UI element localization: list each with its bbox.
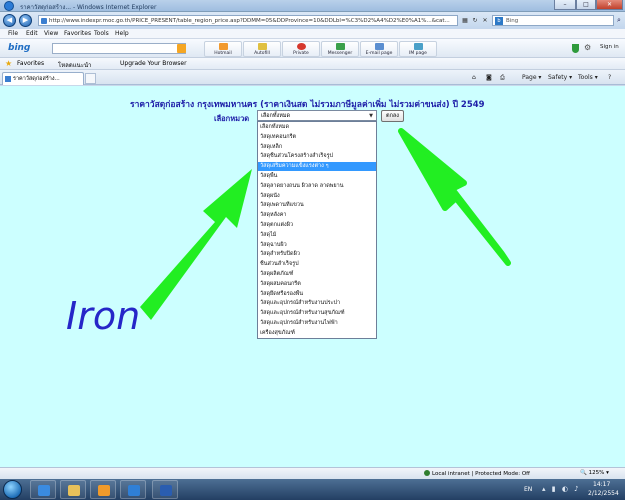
tab-row: ราคาวัสดุก่อสร้าง... ⌂ ◙ ⎙ Page ▾ Safety… bbox=[0, 70, 625, 85]
address-bar-row: ◀ ▶ http://www.indexpr.moc.go.th/PRICE_P… bbox=[0, 12, 625, 29]
menu-edit[interactable]: Edit bbox=[26, 30, 38, 37]
menu-file[interactable]: File bbox=[8, 30, 18, 37]
bing-logo: bing bbox=[8, 43, 31, 53]
page-icon bbox=[5, 76, 11, 82]
bing-toolbar: bing Hotmail Autofill Private Messenger … bbox=[0, 39, 625, 58]
bing-toolbar-search[interactable] bbox=[52, 43, 186, 54]
autofill-label: Autofill bbox=[254, 51, 270, 56]
private-icon bbox=[296, 43, 306, 50]
messenger-icon bbox=[335, 43, 345, 50]
title-bar: ราคาวัสดุก่อสร้าง... - Windows Internet … bbox=[0, 0, 625, 12]
sign-in-link[interactable]: Sign in bbox=[600, 44, 619, 50]
clock-date[interactable]: 2/12/2554 bbox=[588, 490, 619, 497]
security-zone-text: Local intranet | Protected Mode: Off bbox=[432, 471, 530, 477]
refresh-icon[interactable]: ↻ bbox=[470, 15, 480, 26]
taskbar-word-button[interactable] bbox=[152, 480, 178, 499]
taskbar-ie-button[interactable] bbox=[30, 480, 56, 499]
menu-tools[interactable]: Tools bbox=[94, 30, 109, 37]
page-icon bbox=[41, 18, 47, 24]
bing-search-input[interactable]: b Bing bbox=[492, 15, 614, 26]
messenger-button[interactable]: Messenger bbox=[321, 41, 359, 57]
word-icon bbox=[160, 485, 172, 496]
minimize-button[interactable]: – bbox=[554, 0, 576, 10]
window-title: ราคาวัสดุก่อสร้าง... - Windows Internet … bbox=[20, 4, 157, 11]
messenger-label: Messenger bbox=[327, 51, 353, 56]
tools-menu[interactable]: Tools ▾ bbox=[578, 74, 598, 81]
clock-time[interactable]: 14:17 bbox=[593, 481, 610, 488]
search-icon[interactable]: ⌕ bbox=[614, 15, 624, 26]
new-tab-button[interactable] bbox=[85, 73, 96, 84]
favorites-star-icon[interactable]: ★ bbox=[5, 59, 12, 68]
taskbar: EN ▴ ▮ ◐ ♪ 14:17 2/12/2554 bbox=[0, 479, 625, 500]
im-page-button[interactable]: IM page bbox=[399, 41, 437, 57]
page-menu[interactable]: Page ▾ bbox=[522, 74, 541, 81]
taskbar-explorer-button[interactable] bbox=[60, 480, 86, 499]
menu-help[interactable]: Help bbox=[115, 30, 129, 37]
close-button[interactable]: ✕ bbox=[596, 0, 623, 10]
annotation-arrows bbox=[140, 128, 511, 320]
hotmail-button[interactable]: Hotmail bbox=[204, 41, 242, 57]
home-icon[interactable]: ⌂ bbox=[472, 74, 476, 81]
tray-icons[interactable]: ▴ ▮ ◐ ♪ bbox=[542, 485, 581, 493]
folder-icon bbox=[68, 485, 80, 496]
tab-current[interactable]: ราคาวัสดุก่อสร้าง... bbox=[2, 72, 84, 85]
ie-icon bbox=[128, 485, 140, 496]
im-icon bbox=[413, 43, 423, 50]
bing-icon: b bbox=[495, 17, 503, 25]
globe-icon bbox=[424, 470, 430, 476]
back-button[interactable]: ◀ bbox=[3, 14, 16, 27]
status-bar: Local intranet | Protected Mode: Off 🔍 1… bbox=[0, 467, 625, 479]
taskbar-ie-window-button[interactable] bbox=[120, 480, 146, 499]
stop-icon[interactable]: ✕ bbox=[480, 15, 490, 26]
favorites-bar: ★ Favorites โหลดแนะนำ Upgrade Your Brows… bbox=[0, 58, 625, 70]
safety-menu[interactable]: Safety ▾ bbox=[548, 74, 572, 81]
im-page-label: IM page bbox=[409, 51, 427, 56]
start-button[interactable] bbox=[3, 480, 22, 499]
url-text: http://www.indexpr.moc.go.th/PRICE_PRESE… bbox=[49, 18, 450, 24]
menu-favorites[interactable]: Favorites bbox=[64, 30, 91, 37]
email-page-button[interactable]: E-mail page bbox=[360, 41, 398, 57]
help-icon[interactable]: ? bbox=[608, 74, 611, 81]
menu-bar: File Edit View Favorites Tools Help bbox=[0, 29, 625, 39]
ie-icon bbox=[38, 485, 50, 496]
favorite-item[interactable]: Upgrade Your Browser bbox=[120, 60, 187, 67]
autofill-icon bbox=[257, 43, 267, 50]
shield-icon[interactable] bbox=[572, 44, 579, 53]
tab-title: ราคาวัสดุก่อสร้าง... bbox=[13, 76, 60, 82]
page-content: ราคาวัสดุก่อสร้าง กรุงเทพมหานคร (ราคาเงิ… bbox=[0, 86, 625, 467]
ie-logo-icon bbox=[4, 1, 14, 11]
compat-view-icon[interactable]: ▦ bbox=[460, 15, 470, 26]
bing-search-go-icon[interactable] bbox=[177, 44, 186, 53]
menu-view[interactable]: View bbox=[44, 30, 58, 37]
search-placeholder: Bing bbox=[506, 18, 519, 24]
favorites-button[interactable]: Favorites bbox=[17, 60, 44, 67]
email-icon bbox=[374, 43, 384, 50]
feeds-icon[interactable]: ◙ bbox=[486, 74, 492, 81]
private-label: Private bbox=[293, 51, 309, 56]
zoom-value: 125% bbox=[588, 470, 605, 476]
favorite-item[interactable]: โหลดแนะนำ bbox=[58, 60, 91, 70]
right-arrow-icon bbox=[398, 128, 511, 266]
url-input[interactable]: http://www.indexpr.moc.go.th/PRICE_PRESE… bbox=[38, 15, 458, 26]
email-page-label: E-mail page bbox=[365, 51, 393, 56]
gear-icon[interactable]: ⚙ bbox=[584, 43, 591, 52]
hotmail-icon bbox=[218, 43, 228, 50]
language-indicator[interactable]: EN bbox=[524, 486, 532, 493]
private-button[interactable]: Private bbox=[282, 41, 320, 57]
print-icon[interactable]: ⎙ bbox=[500, 74, 505, 82]
taskbar-media-button[interactable] bbox=[90, 480, 116, 499]
zoom-level[interactable]: 🔍 125% ▾ bbox=[580, 470, 609, 476]
security-zone[interactable]: Local intranet | Protected Mode: Off bbox=[424, 470, 530, 477]
forward-button[interactable]: ▶ bbox=[19, 14, 32, 27]
media-icon bbox=[98, 485, 110, 496]
autofill-button[interactable]: Autofill bbox=[243, 41, 281, 57]
left-arrow-icon bbox=[140, 169, 252, 320]
maximize-button[interactable]: □ bbox=[576, 0, 596, 10]
hotmail-label: Hotmail bbox=[214, 51, 232, 56]
